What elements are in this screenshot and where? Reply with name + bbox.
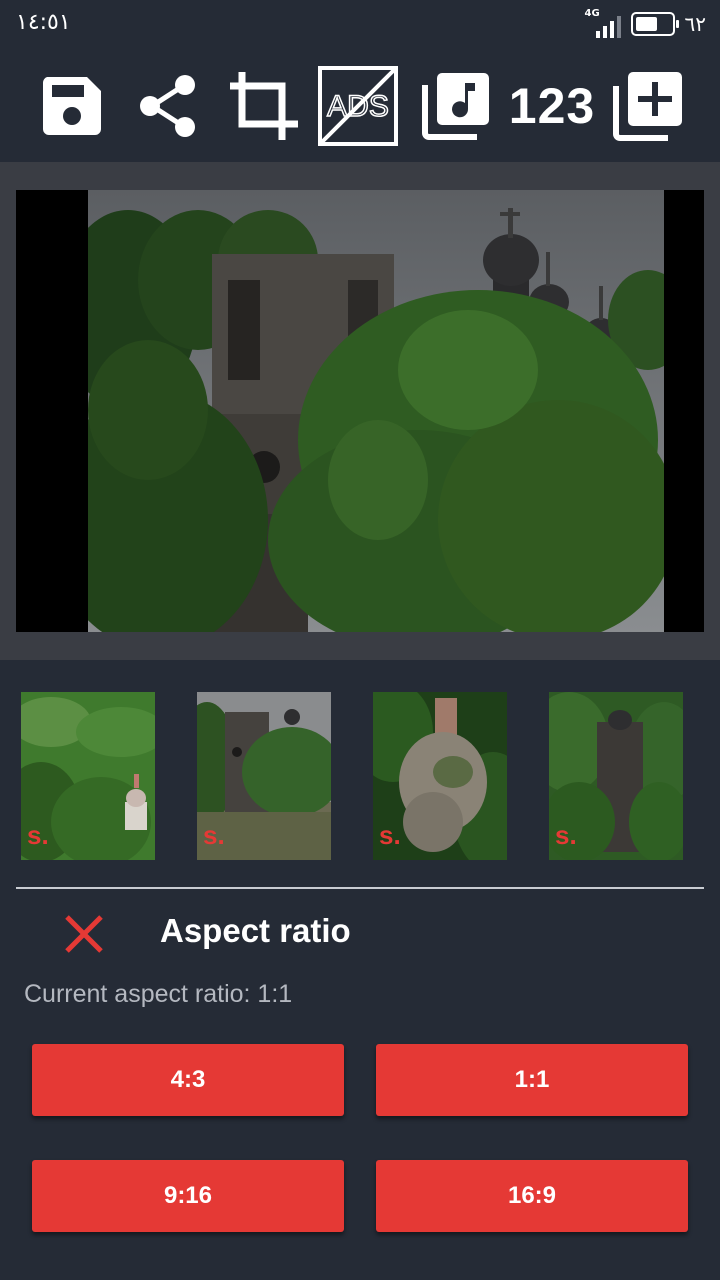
battery-percent: ٦٢ bbox=[684, 12, 706, 36]
ads-off-icon: ADS bbox=[318, 66, 398, 146]
crop-icon bbox=[230, 72, 298, 140]
share-button[interactable] bbox=[126, 64, 210, 148]
thumbnail-1[interactable]: s. bbox=[21, 692, 155, 860]
current-aspect-ratio: Current aspect ratio: 1:1 bbox=[24, 980, 293, 1008]
save-icon bbox=[42, 77, 101, 135]
ratio-16-9-button[interactable]: 16:9 bbox=[376, 1160, 688, 1232]
status-indicators: 4G ٦٢ bbox=[585, 8, 706, 38]
thumbnail-strip: s. ١ s. ١ s. bbox=[0, 692, 720, 862]
thumbnail-4-number: ١ bbox=[549, 820, 553, 850]
ratio-1-1-button[interactable]: 1:1 bbox=[376, 1044, 688, 1116]
battery-icon bbox=[630, 12, 679, 36]
music-button[interactable] bbox=[414, 64, 498, 148]
music-library-icon bbox=[422, 73, 489, 140]
thumbnail-4[interactable]: ١ s. bbox=[549, 692, 683, 860]
ads-label: ADS bbox=[327, 90, 389, 123]
toolbar: ADS 123 bbox=[0, 56, 720, 156]
add-button[interactable] bbox=[606, 64, 690, 148]
status-time: ١٤:٥١ bbox=[16, 10, 71, 35]
crop-button[interactable] bbox=[222, 64, 306, 148]
preview-frame[interactable] bbox=[16, 190, 704, 632]
divider bbox=[16, 887, 704, 889]
thumbnail-3-number: ١ bbox=[373, 820, 377, 850]
thumbnail-1-duration: s. bbox=[27, 820, 49, 850]
numbering-button[interactable]: 123 bbox=[506, 64, 598, 148]
signal-icon: 4G bbox=[585, 8, 621, 38]
thumbnail-2-number: ١ bbox=[197, 820, 201, 850]
close-button[interactable] bbox=[60, 910, 108, 958]
close-icon bbox=[65, 915, 103, 953]
panel-title: Aspect ratio bbox=[160, 912, 351, 949]
ratio-9-16-button[interactable]: 9:16 bbox=[32, 1160, 344, 1232]
ratio-4-3-button[interactable]: 4:3 bbox=[32, 1044, 344, 1116]
thumbnail-4-duration: s. bbox=[555, 820, 577, 850]
thumbnail-2-duration: s. bbox=[203, 820, 225, 850]
save-button[interactable] bbox=[30, 64, 114, 148]
thumbnail-2[interactable]: ١ s. bbox=[197, 692, 331, 860]
status-bar: ١٤:٥١ 4G ٦٢ bbox=[0, 0, 720, 48]
add-box-icon bbox=[613, 72, 682, 141]
numbering-label: 123 bbox=[508, 78, 596, 134]
preview-image bbox=[88, 190, 664, 632]
thumbnail-3-duration: s. bbox=[379, 820, 401, 850]
thumbnail-3[interactable]: ١ s. bbox=[373, 692, 507, 860]
remove-ads-button[interactable]: ADS bbox=[316, 64, 400, 148]
share-icon bbox=[140, 75, 195, 137]
